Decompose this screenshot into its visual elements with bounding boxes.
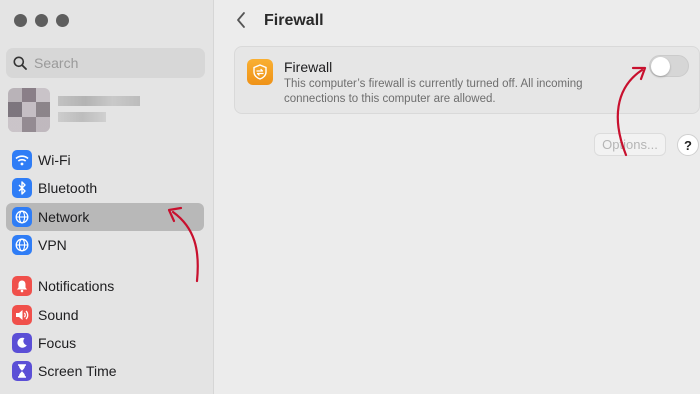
bell-icon <box>12 276 32 296</box>
minimize-window-button[interactable] <box>35 14 48 27</box>
avatar <box>8 88 50 132</box>
search-placeholder: Search <box>34 55 79 71</box>
sidebar-item-wifi[interactable]: Wi-Fi <box>6 146 204 174</box>
firewall-status-description: This computer’s firewall is currently tu… <box>284 78 583 105</box>
firewall-card: Firewall This computer’s firewall is cur… <box>234 46 700 114</box>
firewall-card-title: Firewall <box>284 59 333 75</box>
sidebar-item-vpn[interactable]: VPN <box>6 231 204 259</box>
moon-icon <box>12 333 32 353</box>
sidebar-item-label: Screen Time <box>38 363 117 379</box>
sidebar-item-label: Wi-Fi <box>38 152 71 168</box>
sidebar-item-label: Sound <box>38 307 79 323</box>
globe-icon <box>12 235 32 255</box>
account-subtitle-redacted <box>58 112 106 122</box>
sidebar-item-screen-time[interactable]: Screen Time <box>6 357 204 385</box>
sidebar-item-network[interactable]: Network <box>6 203 204 231</box>
back-chevron-icon[interactable] <box>235 11 247 29</box>
sidebar-item-label: VPN <box>38 237 67 253</box>
window-controls <box>14 14 69 27</box>
close-window-button[interactable] <box>14 14 27 27</box>
page-title: Firewall <box>264 12 324 29</box>
sidebar-item-bluetooth[interactable]: Bluetooth <box>6 174 204 202</box>
toggle-knob <box>651 57 670 76</box>
sidebar-item-focus[interactable]: Focus <box>6 329 204 357</box>
help-button[interactable]: ? <box>677 134 699 156</box>
sidebar-item-label: Bluetooth <box>38 180 98 196</box>
speaker-icon <box>12 305 32 325</box>
bluetooth-icon <box>12 178 32 198</box>
sidebar-item-sound[interactable]: Sound <box>6 301 204 329</box>
sidebar-item-label: Notifications <box>38 278 115 294</box>
search-input[interactable]: Search <box>6 48 205 78</box>
sidebar: Search Wi-Fi Bluetooth Network VPN Notif… <box>0 0 214 394</box>
globe-icon <box>12 207 32 227</box>
wifi-icon <box>12 150 32 170</box>
search-icon <box>13 56 27 70</box>
main-pane: Firewall Firewall This computer’s firewa… <box>215 0 700 394</box>
sidebar-item-notifications[interactable]: Notifications <box>6 272 204 300</box>
options-button[interactable]: Options... <box>594 133 666 156</box>
firewall-toggle[interactable] <box>649 55 689 77</box>
sidebar-item-label: Network <box>38 209 90 225</box>
apple-account[interactable] <box>8 88 208 134</box>
account-name-redacted <box>58 96 140 106</box>
firewall-icon <box>247 59 273 85</box>
zoom-window-button[interactable] <box>56 14 69 27</box>
hourglass-icon <box>12 361 32 381</box>
sidebar-item-label: Focus <box>38 335 77 351</box>
